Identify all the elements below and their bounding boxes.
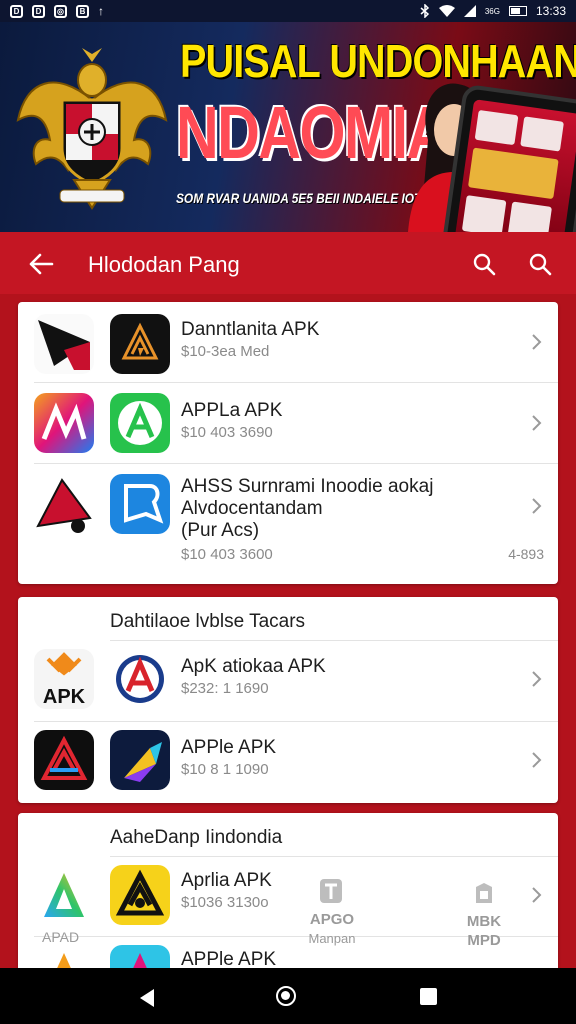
app-icon [110, 730, 170, 790]
battery-icon [508, 6, 527, 16]
app-icon [34, 730, 94, 790]
app-name: Danntlanita APK [181, 319, 320, 340]
app-meta: $10-3ea Med [181, 343, 270, 360]
app-icon [34, 393, 94, 453]
bluetooth-icon [420, 4, 429, 18]
app-list-item[interactable]: Danntlanita APK $10-3ea Med [18, 302, 558, 383]
status-bar: D D ◎ B ↑ 36G 13:33 [0, 0, 576, 22]
app-icon [110, 865, 170, 925]
notification-icon: B [76, 4, 89, 18]
section-title: Dahtilaoe lvblse Tacars [110, 611, 306, 632]
app-icon [110, 474, 170, 534]
package-icon [476, 883, 492, 903]
app-icon: APK [34, 649, 94, 709]
app-name: APPle APK [181, 737, 277, 758]
app-name-line: Alvdocentandam [181, 498, 323, 519]
app-icon [34, 865, 94, 925]
svg-text:APK: APK [43, 686, 86, 708]
clock: 13:33 [535, 4, 566, 18]
overlay-label: MBK MPD [454, 912, 514, 950]
upload-icon: ↑ [98, 4, 104, 18]
app-name-line: AHSS Surnrami Inoodie aokaj [181, 476, 434, 497]
chevron-right-icon [532, 671, 542, 687]
app-name: Aprlia APK [181, 870, 272, 891]
system-navigation-bar [0, 968, 576, 1024]
nav-back-icon[interactable] [138, 988, 156, 1008]
app-name: ApK atiokaa APK [181, 656, 326, 677]
app-list-item[interactable]: APK ApK atiokaa APK $232: 1 1690 [18, 641, 558, 722]
overlay-label: APAD [42, 929, 80, 945]
overlay-label-line: MPD [467, 932, 501, 949]
app-name: AHSS Surnrami Inoodie aokaj Alvdocentand… [181, 476, 433, 542]
app-meta: $232: 1 1690 [181, 680, 269, 697]
overlay-label-line: APGO [309, 911, 355, 928]
app-icon [110, 649, 170, 709]
search-icon[interactable] [528, 252, 552, 276]
banner-subtitle: SOM RVAR UANIDA 5E5 BEII INDAIELE IOTAS [176, 190, 437, 206]
chevron-right-icon [532, 887, 542, 903]
tag-icon [320, 879, 342, 903]
signal-icon [463, 5, 476, 17]
app-size: 4-893 [508, 546, 544, 562]
overlay-label-line: MBK [466, 913, 502, 930]
page-title: Hlododan Pang [88, 252, 240, 277]
phone-mockup-image [440, 83, 576, 232]
app-list-card: Dahtilaoe lvblse Tacars APK ApK atiokaa … [18, 597, 558, 803]
banner-headline-large: NDAOMIA [176, 91, 449, 174]
app-list-item[interactable]: AHSS Surnrami Inoodie aokaj Alvdocentand… [18, 464, 558, 584]
wifi-icon [438, 5, 455, 17]
top-app-bar: Hlododan Pang [0, 232, 576, 294]
app-icon [34, 314, 94, 374]
app-icon [34, 474, 94, 534]
app-meta: $1036 3130o [181, 894, 269, 911]
overlay-label-line: Manpan [308, 931, 356, 946]
notification-icon: ◎ [54, 4, 67, 18]
app-meta: $10 8 1 1090 [181, 761, 269, 778]
back-arrow-icon[interactable] [28, 251, 54, 277]
notification-icon: D [32, 4, 45, 18]
chevron-right-icon [532, 498, 542, 514]
app-list-item[interactable]: APPle APK $10 8 1 1090 [18, 722, 558, 803]
banner-headline: PUISAL UNDONHAAN [180, 35, 576, 87]
app-list-card: AaheDanp Iindondia Aprlia APK $1036 3130… [18, 813, 558, 973]
search-icon[interactable] [472, 252, 496, 276]
app-icon [110, 393, 170, 453]
app-meta: $10 403 3600 [181, 546, 273, 563]
chevron-right-icon [532, 334, 542, 350]
app-icon [110, 314, 170, 374]
promo-banner[interactable]: PUISAL UNDONHAAN NDAOMIA SOM RVAR UANIDA… [0, 22, 576, 232]
app-name: APPLa APK [181, 400, 283, 421]
notification-icon: D [10, 4, 23, 18]
network-type: 36G [484, 6, 500, 16]
app-list-item[interactable]: APPLa APK $10 403 3690 [18, 383, 558, 464]
nav-home-icon[interactable] [276, 986, 296, 1006]
overlay-label: APGO Manpan [302, 910, 362, 948]
app-meta: $10 403 3690 [181, 424, 273, 441]
notification-icons: D D ◎ B ↑ [10, 4, 104, 18]
garuda-emblem-icon [16, 48, 168, 210]
chevron-right-icon [532, 752, 542, 768]
chevron-right-icon [532, 415, 542, 431]
app-list-card: Danntlanita APK $10-3ea Med APPLa APK $1… [18, 302, 558, 584]
app-name-line: (Pur Acs) [181, 520, 260, 541]
section-title: AaheDanp Iindondia [110, 827, 283, 848]
nav-recents-icon[interactable] [420, 988, 437, 1005]
